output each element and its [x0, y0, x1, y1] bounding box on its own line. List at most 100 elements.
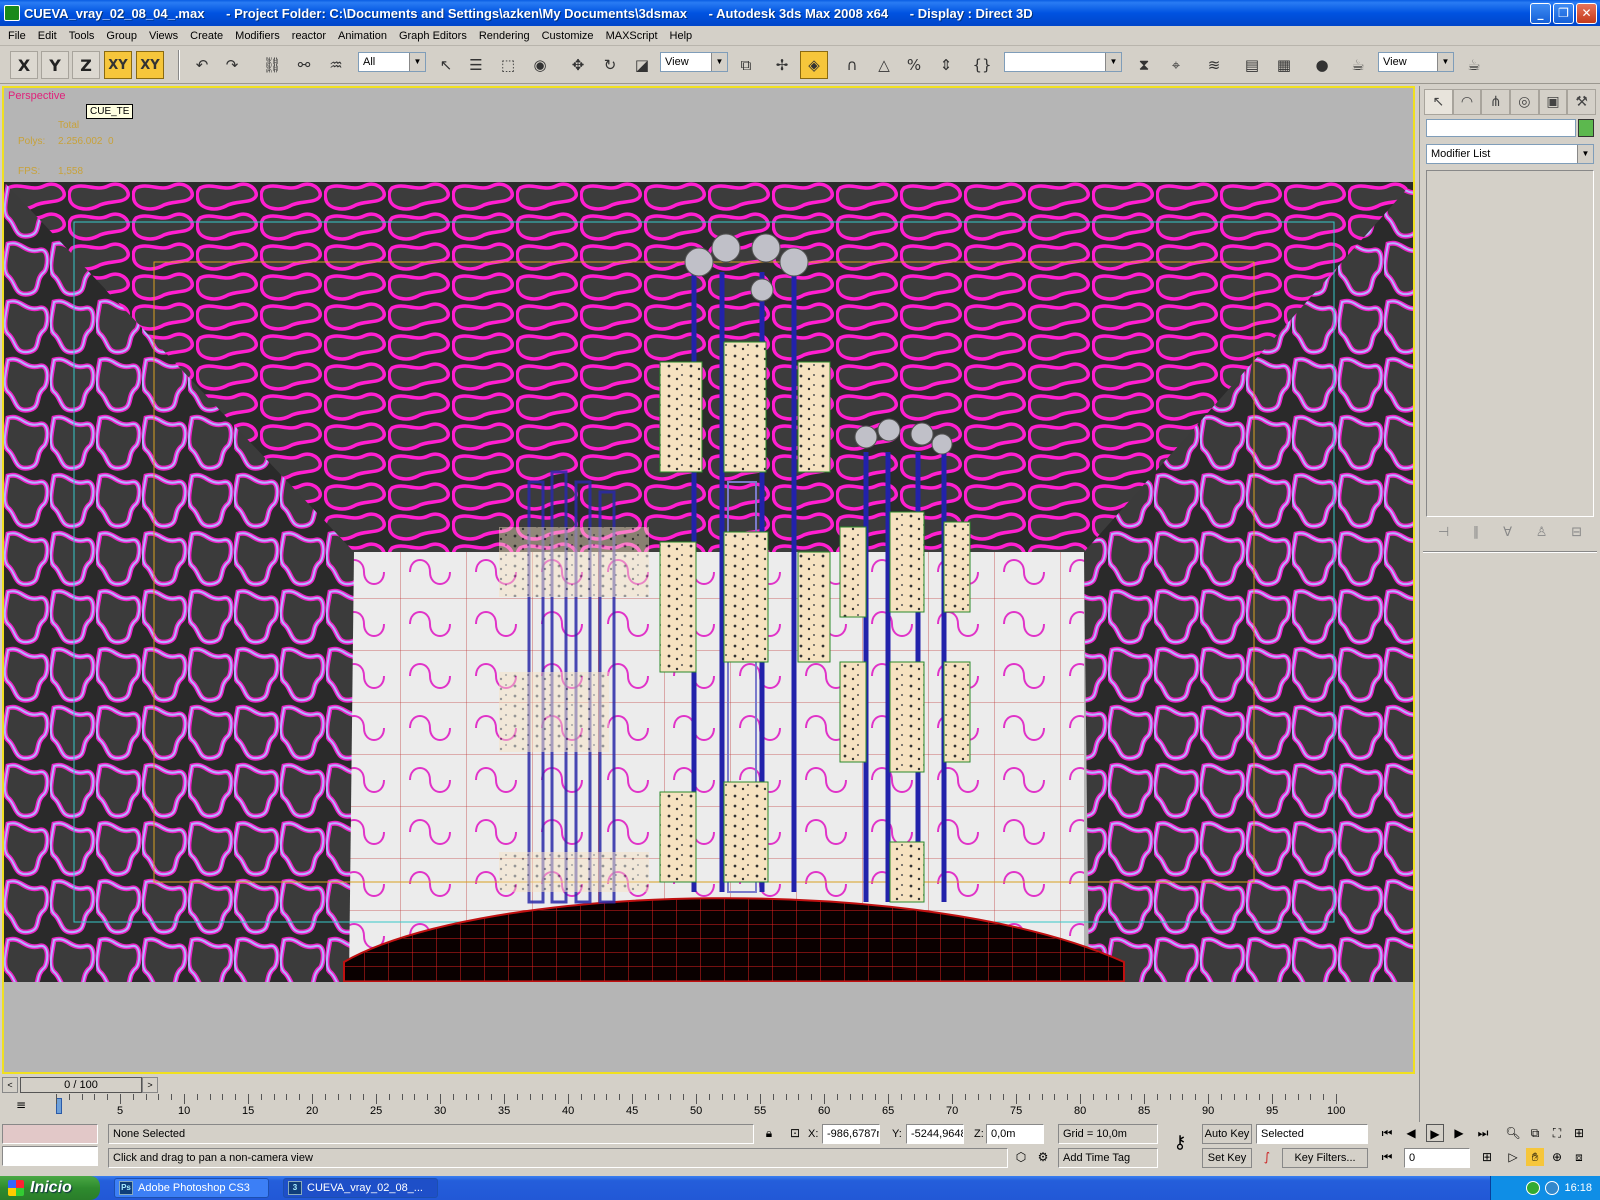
axis-xy-cycle-button[interactable]: XY — [136, 51, 164, 79]
menu-views[interactable]: Views — [143, 30, 184, 42]
menu-tools[interactable]: Tools — [63, 30, 101, 42]
set-key-icon[interactable]: ⚷ — [1166, 1134, 1194, 1152]
maxscript-listener-white[interactable] — [2, 1146, 98, 1166]
task-photoshop[interactable]: Ps Adobe Photoshop CS3 — [114, 1178, 269, 1198]
redo-icon[interactable]: ↷ — [218, 51, 246, 79]
track-bar[interactable]: ≡ 5 10 15 20 25 30 35 40 45 50 55 60 65 70 75 80 85 90 95 1… — [2, 1094, 1415, 1122]
layer-manager-icon[interactable]: ≋ — [1200, 51, 1228, 79]
menu-edit[interactable]: Edit — [32, 30, 63, 42]
zoom-all-icon[interactable]: ⧉ — [1526, 1124, 1544, 1142]
select-and-rotate-icon[interactable]: ↻ — [596, 51, 624, 79]
render-setup-icon[interactable]: ☕ — [1344, 51, 1372, 79]
y-coordinate-field[interactable]: -5244,9648 — [906, 1124, 964, 1144]
named-selection-dropdown[interactable]: ▼ — [1004, 52, 1122, 72]
z-coordinate-field[interactable]: 0,0m — [986, 1124, 1044, 1144]
key-mode-dropdown[interactable]: Selected — [1256, 1124, 1368, 1144]
adaptive-degradation-icon[interactable]: ⬡ — [1012, 1148, 1030, 1166]
object-name-field[interactable] — [1426, 119, 1576, 137]
zoom-extents-all-icon[interactable]: ⊞ — [1570, 1124, 1588, 1142]
modifier-stack[interactable] — [1426, 170, 1594, 517]
previous-frame-icon[interactable]: ◀ — [1402, 1124, 1420, 1142]
reference-coordinate-dropdown[interactable]: View ▼ — [660, 52, 728, 72]
key-filters-button[interactable]: Key Filters... — [1282, 1148, 1368, 1168]
maxscript-listener-pink[interactable] — [2, 1124, 98, 1144]
perspective-viewport[interactable]: Perspective CUE_TE Total Polys: 2.256.00… — [2, 86, 1415, 1074]
x-coordinate-field[interactable]: -986,6787r — [822, 1124, 880, 1144]
field-of-view-icon[interactable]: ▷ — [1504, 1148, 1522, 1166]
pivot-center-icon[interactable]: ⧉ — [732, 51, 760, 79]
task-3dsmax[interactable]: 3 CUEVA_vray_02_08_... — [283, 1178, 438, 1198]
viewport-label[interactable]: Perspective — [8, 90, 65, 102]
modify-tab-icon[interactable]: ◠ — [1452, 89, 1482, 115]
undo-icon[interactable]: ↶ — [188, 51, 216, 79]
bind-to-space-warp-icon[interactable]: ♒ — [322, 51, 350, 79]
material-editor-icon[interactable]: ● — [1308, 51, 1336, 79]
menu-maxscript[interactable]: MAXScript — [600, 30, 664, 42]
set-key-button[interactable]: Set Key — [1202, 1148, 1252, 1168]
default-tangent-icon[interactable]: ∫ — [1258, 1148, 1276, 1166]
pin-stack-icon[interactable]: ⊣ — [1438, 525, 1449, 540]
angle-snap-icon[interactable]: △ — [870, 51, 898, 79]
maximize-button[interactable]: ❐ — [1553, 2, 1574, 24]
rectangular-selection-icon[interactable]: ⬚ — [494, 51, 522, 79]
go-to-end-icon[interactable]: ⏭ — [1474, 1124, 1492, 1142]
create-tab-icon[interactable]: ↖ — [1424, 89, 1453, 115]
menu-group[interactable]: Group — [100, 30, 143, 42]
menu-graph-editors[interactable]: Graph Editors — [393, 30, 473, 42]
zoom-extents-icon[interactable]: ⛶ — [1548, 1124, 1566, 1142]
menu-create[interactable]: Create — [184, 30, 229, 42]
remove-modifier-icon[interactable]: ♙ — [1536, 525, 1548, 540]
axis-xy-button[interactable]: XY — [104, 51, 132, 79]
curve-editor-icon[interactable]: ▤ — [1238, 51, 1266, 79]
menu-reactor[interactable]: reactor — [286, 30, 332, 42]
unlink-selection-icon[interactable]: ⚯ — [290, 51, 318, 79]
make-unique-icon[interactable]: ∀ — [1503, 525, 1512, 540]
align-icon[interactable]: ⌖ — [1162, 51, 1190, 79]
menu-rendering[interactable]: Rendering — [473, 30, 536, 42]
select-by-name-icon[interactable]: ☰ — [462, 51, 490, 79]
play-icon[interactable]: ▶ — [1426, 1124, 1444, 1142]
render-view-dropdown[interactable]: View ▼ — [1378, 52, 1454, 72]
object-color-swatch[interactable] — [1578, 119, 1594, 137]
keyboard-shortcut-override-icon[interactable]: ◈ — [800, 51, 828, 79]
auto-key-button[interactable]: Auto Key — [1202, 1124, 1252, 1144]
menu-animation[interactable]: Animation — [332, 30, 393, 42]
show-end-result-icon[interactable]: ∥ — [1473, 525, 1480, 540]
minimize-button[interactable]: _ — [1530, 2, 1551, 24]
modifier-list-dropdown[interactable]: Modifier List ▼ — [1426, 144, 1594, 164]
select-and-manipulate-icon[interactable]: ✢ — [768, 51, 796, 79]
maximize-viewport-icon[interactable]: ⧈ — [1570, 1148, 1588, 1166]
selection-lock-icon[interactable]: ⚙ — [1034, 1148, 1052, 1166]
time-configuration-icon[interactable]: ⊞ — [1478, 1148, 1496, 1166]
select-object-icon[interactable]: ↖ — [432, 51, 460, 79]
pan-view-icon[interactable]: ✋︎ — [1526, 1148, 1544, 1166]
volume-icon[interactable] — [1545, 1181, 1560, 1195]
select-and-move-icon[interactable]: ✥ — [564, 51, 592, 79]
time-prev-button[interactable]: < — [2, 1077, 18, 1093]
current-frame-field[interactable]: 0 — [1404, 1148, 1470, 1168]
edit-named-selection-icon[interactable]: {} — [968, 51, 996, 79]
schematic-view-icon[interactable]: ▦ — [1270, 51, 1298, 79]
window-crossing-icon[interactable]: ◉ — [526, 51, 554, 79]
motion-tab-icon[interactable]: ◎ — [1510, 89, 1539, 115]
selection-filter-dropdown[interactable]: All ▼ — [358, 52, 426, 72]
mini-curve-editor-icon[interactable]: ≡ — [12, 1096, 30, 1114]
configure-modifier-sets-icon[interactable]: ⊟ — [1571, 525, 1582, 540]
menu-modifiers[interactable]: Modifiers — [229, 30, 286, 42]
time-slider-thumb[interactable]: 0 / 100 — [20, 1077, 142, 1093]
menu-customize[interactable]: Customize — [536, 30, 600, 42]
snaps-toggle-icon[interactable]: ∩ — [838, 51, 866, 79]
select-and-scale-icon[interactable]: ◪ — [628, 51, 656, 79]
next-frame-icon[interactable]: ▶ — [1450, 1124, 1468, 1142]
display-tab-icon[interactable]: ▣ — [1538, 89, 1568, 115]
time-next-button[interactable]: > — [142, 1077, 158, 1093]
network-icon[interactable] — [1526, 1181, 1541, 1195]
utilities-tab-icon[interactable]: ⚒ — [1567, 89, 1597, 115]
add-time-tag[interactable]: Add Time Tag — [1058, 1148, 1158, 1168]
axis-y-button[interactable]: Y — [41, 51, 69, 79]
zoom-icon[interactable]: 🔍︎ — [1504, 1124, 1522, 1142]
quick-render-icon[interactable]: ☕ — [1460, 51, 1488, 79]
axis-x-button[interactable]: X — [10, 51, 38, 79]
menu-file[interactable]: File — [2, 30, 32, 42]
absolute-mode-icon[interactable]: ⊡ — [786, 1124, 804, 1142]
